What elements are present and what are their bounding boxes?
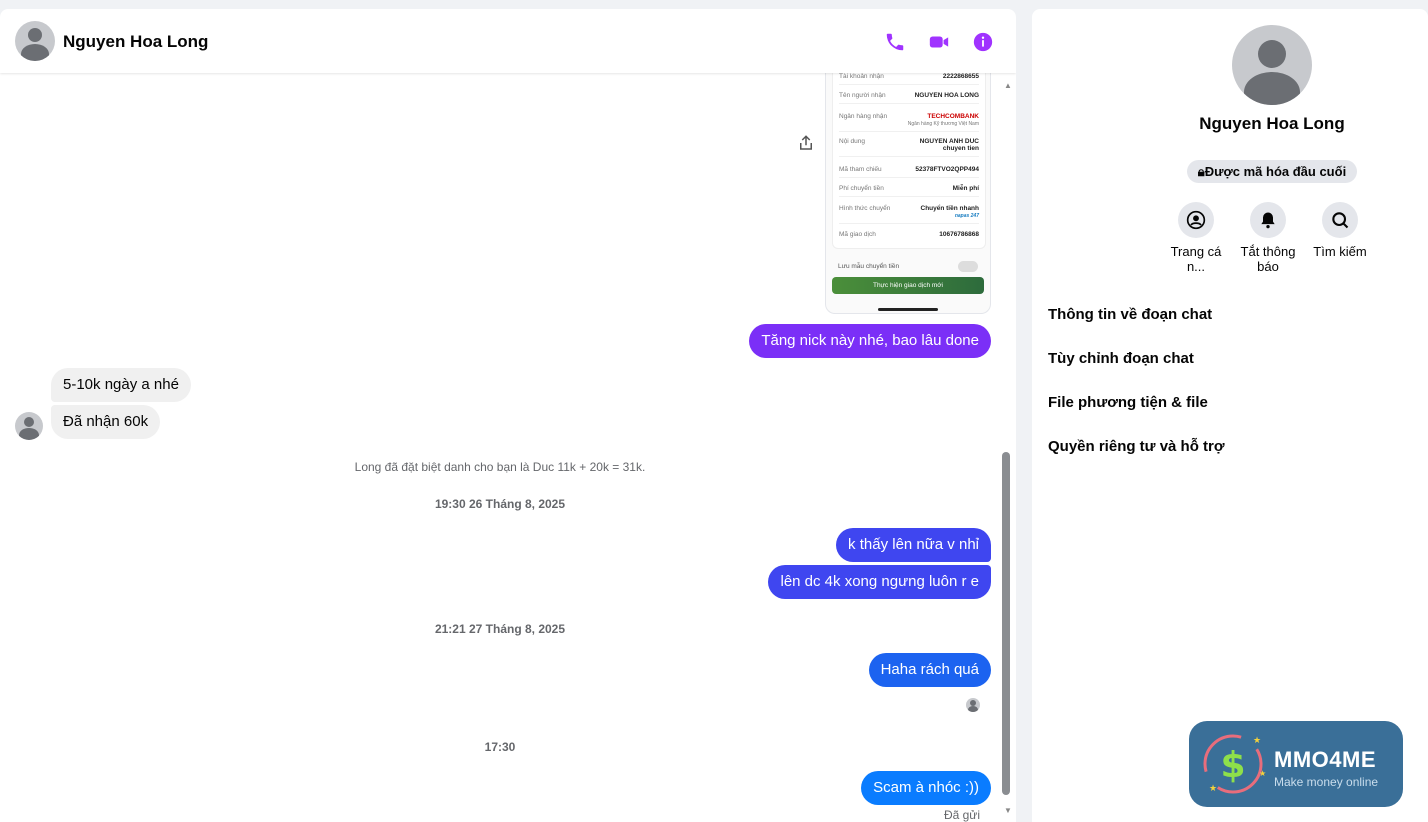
new-transaction-button: Thực hiện giao dịch mới xyxy=(832,277,984,294)
system-notice: Long đã đặt biệt danh cho bạn là Duc 11k… xyxy=(354,460,646,474)
home-indicator xyxy=(878,308,938,311)
row-value: 2222868655 xyxy=(942,73,979,80)
transfer-receipt: Tài khoản nhận 2222868655 Tên người nhận N… xyxy=(832,73,986,249)
timestamp: 17:30 xyxy=(484,740,516,754)
outgoing-message[interactable]: Tăng nick này nhé, bao lâu done xyxy=(749,324,991,358)
profile-action-label: Trang cá n... xyxy=(1170,244,1222,274)
row-label: Ngân hàng nhận xyxy=(839,113,888,120)
image-attachment[interactable]: Tài khoản nhận 2222868655 Tên người nhận N… xyxy=(825,73,991,314)
profile-icon xyxy=(1178,202,1214,238)
header-actions xyxy=(882,29,996,55)
outgoing-message[interactable]: lên dc 4k xong ngưng luôn r e xyxy=(768,565,991,599)
section-chat-info[interactable]: Thông tin về đoạn chat xyxy=(1048,306,1212,323)
incoming-message[interactable]: Đã nhận 60k xyxy=(51,405,161,439)
timestamp: 19:30 26 Tháng 8, 2025 xyxy=(434,497,566,511)
svg-text:$: $ xyxy=(1220,745,1245,786)
info-icon[interactable] xyxy=(970,29,996,55)
section-customize-chat[interactable]: Tùy chỉnh đoạn chat xyxy=(1048,350,1194,367)
row-value: Chuyển tiền nhanh xyxy=(920,205,980,212)
row-value: TECHCOMBANK xyxy=(927,113,979,120)
contact-name[interactable]: Nguyen Hoa Long xyxy=(63,32,208,52)
row-value: NGUYEN HOA LONG xyxy=(914,92,979,99)
mute-action-label: Tắt thông báo xyxy=(1240,244,1296,274)
sent-status: Đã gửi xyxy=(943,808,980,822)
outgoing-message[interactable]: Haha rách quá xyxy=(868,653,991,687)
seen-avatar xyxy=(966,698,980,712)
svg-text:★: ★ xyxy=(1259,769,1266,778)
row-label: Nội dung xyxy=(839,138,866,145)
watermark-title: MMO4ME xyxy=(1274,747,1376,772)
svg-text:★: ★ xyxy=(1209,783,1217,793)
row-label: Mã giao dịch xyxy=(839,231,876,238)
e2e-badge[interactable]: 🔒︎Được mã hóa đầu cuối xyxy=(1187,160,1357,183)
conversation-info-panel: Nguyen Hoa Long 🔒︎Được mã hóa đầu cuối T… xyxy=(1032,9,1428,822)
save-template-label: Lưu mẫu chuyển tiền xyxy=(838,263,900,270)
scroll-thumb[interactable] xyxy=(1002,452,1010,795)
timestamp: 21:21 27 Tháng 8, 2025 xyxy=(434,622,566,636)
e2e-label: Được mã hóa đầu cuối xyxy=(1204,164,1347,179)
dollar-coin-icon: $ ★ ★ ★ xyxy=(1203,734,1266,794)
chat-header: Nguyen Hoa Long xyxy=(0,9,1016,73)
contact-small-avatar[interactable] xyxy=(15,412,43,440)
row-value: 52378FTVO2QPP494 xyxy=(915,166,979,173)
contact-avatar[interactable] xyxy=(15,21,55,61)
row-label: Tên người nhận xyxy=(839,92,886,99)
lock-icon: 🔒︎ xyxy=(1197,164,1205,179)
row-value: Miễn phí xyxy=(952,185,979,192)
info-actions: Trang cá n... Tắt thông báo Tìm kiếm xyxy=(1160,202,1376,274)
row-label: Hình thức chuyển xyxy=(839,205,891,212)
search-action-label: Tìm kiếm xyxy=(1313,244,1367,259)
section-privacy-support[interactable]: Quyền riêng tư và hỗ trợ xyxy=(1048,438,1225,455)
bell-icon xyxy=(1250,202,1286,238)
section-media-files[interactable]: File phương tiện & file xyxy=(1048,394,1208,411)
svg-text:★: ★ xyxy=(1253,735,1261,745)
share-icon[interactable] xyxy=(797,134,815,152)
mmo4me-watermark-logo: $ ★ ★ ★ MMO4ME Make money online xyxy=(1189,721,1403,807)
watermark-tagline: Make money online xyxy=(1274,775,1379,789)
message-list[interactable]: Tài khoản nhận 2222868655 Tên người nhận N… xyxy=(0,73,1000,822)
outgoing-message[interactable]: Scam à nhóc :)) xyxy=(861,771,991,805)
row-value: 10676786868 xyxy=(939,231,979,238)
outgoing-message[interactable]: k thấy lên nữa v nhỉ xyxy=(836,528,991,562)
scroll-up-arrow-icon[interactable]: ▲ xyxy=(1002,81,1014,93)
scroll-down-arrow-icon[interactable]: ▼ xyxy=(1002,806,1014,818)
profile-name: Nguyen Hoa Long xyxy=(1199,114,1345,133)
save-template-toggle xyxy=(958,261,978,272)
incoming-message[interactable]: 5-10k ngày a nhé xyxy=(51,368,191,402)
row-label: Mã tham chiếu xyxy=(839,166,882,173)
profile-avatar[interactable] xyxy=(1232,25,1312,105)
search-icon xyxy=(1322,202,1358,238)
row-sub: chuyen tien xyxy=(942,145,979,152)
video-call-icon[interactable] xyxy=(926,29,952,55)
row-label: Tài khoản nhận xyxy=(839,73,884,80)
scrollbar[interactable]: ▲ ▼ xyxy=(1000,73,1016,822)
phone-call-icon[interactable] xyxy=(882,29,908,55)
save-template-row: Lưu mẫu chuyển tiền xyxy=(838,261,978,272)
row-label: Phí chuyển tiền xyxy=(839,185,884,192)
search-action[interactable]: Tìm kiếm xyxy=(1304,202,1376,274)
chat-panel: Nguyen Hoa Long Tài khoản nhận 2222868655… xyxy=(0,9,1016,822)
row-sub: napas 247 xyxy=(954,213,979,219)
row-sub: Ngân hàng Kỹ thương Việt Nam xyxy=(907,121,979,127)
row-value: NGUYEN ANH DUC xyxy=(919,138,979,145)
profile-action[interactable]: Trang cá n... xyxy=(1160,202,1232,274)
mute-action[interactable]: Tắt thông báo xyxy=(1232,202,1304,274)
